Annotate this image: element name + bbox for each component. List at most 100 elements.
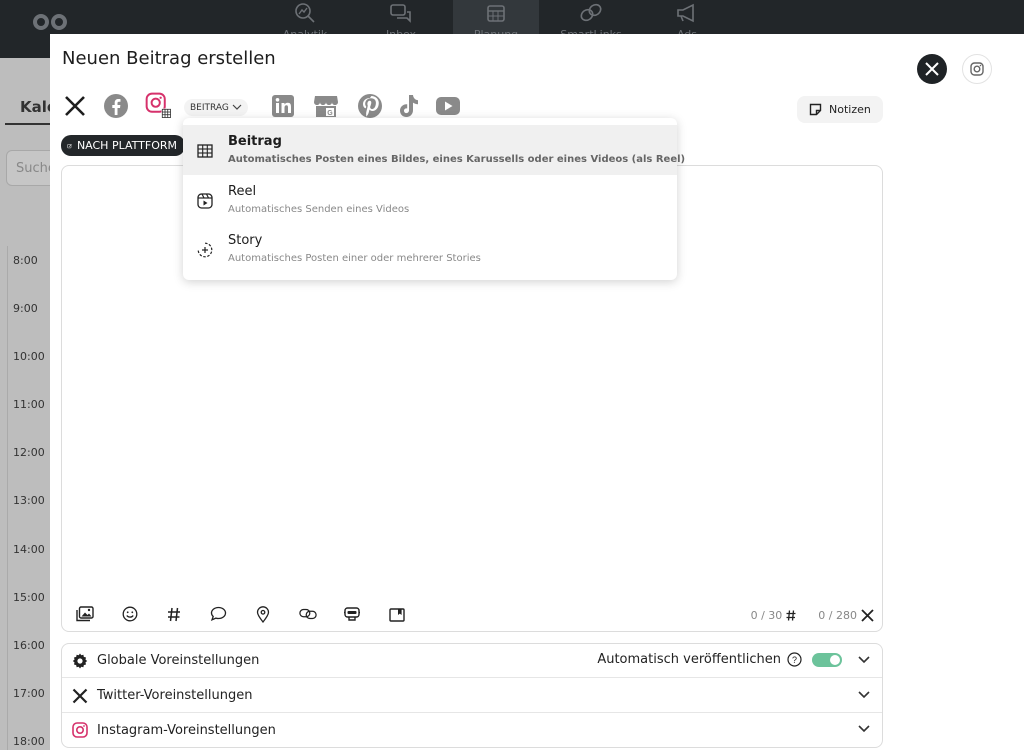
hour-label: 9:00 xyxy=(13,302,38,315)
format-option-title: Reel xyxy=(228,184,257,199)
grid-icon xyxy=(197,143,213,159)
modal-title: Neuen Beitrag erstellen xyxy=(62,48,276,69)
emoji-icon xyxy=(122,606,137,622)
link-icon xyxy=(298,608,317,620)
x-logo-icon xyxy=(925,62,939,76)
x-logo-icon xyxy=(65,96,85,116)
account-x-avatar[interactable] xyxy=(917,54,947,84)
comment-button[interactable] xyxy=(210,605,228,623)
per-platform-edit-button[interactable]: NACH PLATTFORM xyxy=(61,135,185,156)
instagram-icon xyxy=(970,62,984,76)
platform-x[interactable] xyxy=(61,92,89,120)
post-format-label: BEITRAG xyxy=(190,102,229,113)
platform-pinterest[interactable] xyxy=(356,92,384,120)
emoji-button[interactable] xyxy=(121,605,139,623)
twitter-settings-label: Twitter-Voreinstellungen xyxy=(97,688,253,703)
auto-publish-label: Automatisch veröffentlichen xyxy=(597,652,781,667)
robot-icon xyxy=(344,606,360,621)
character-counter: 0 / 280 xyxy=(818,609,857,622)
x-logo-icon xyxy=(71,687,89,705)
account-instagram-avatar[interactable] xyxy=(962,54,992,84)
hour-label: 16:00 xyxy=(13,639,45,652)
megaphone-icon xyxy=(677,3,694,23)
background-calendar: Kale Suche 8:00 9:00 10:00 11:00 12:00 1… xyxy=(0,58,57,750)
notes-label: Notizen xyxy=(829,103,871,116)
comment-icon xyxy=(210,606,227,622)
gear-icon xyxy=(71,652,89,670)
chevron-down-icon[interactable] xyxy=(858,722,870,736)
platform-youtube[interactable] xyxy=(434,92,462,120)
post-format-menu: Beitrag Automatisches Posten eines Bilde… xyxy=(183,118,685,280)
format-option-description: Automatisches Senden eines Videos xyxy=(228,204,410,215)
format-option-reel[interactable]: Reel Automatisches Senden eines Videos xyxy=(183,175,677,225)
ai-assistant-button[interactable] xyxy=(343,605,361,623)
platform-instagram[interactable] xyxy=(145,92,173,120)
auto-publish-control: Automatisch veröffentlichen ? xyxy=(597,652,842,667)
google-business-icon: G xyxy=(314,96,338,117)
global-settings-label: Globale Voreinstellungen xyxy=(97,653,260,668)
post-format-dropdown[interactable]: BEITRAG xyxy=(184,99,248,116)
accounts-pane xyxy=(894,34,1024,750)
hour-label: 8:00 xyxy=(13,254,38,267)
analytics-icon xyxy=(295,3,315,23)
format-option-title: Beitrag xyxy=(228,134,282,149)
format-option-description: Automatisches Posten eines Bildes, eines… xyxy=(228,154,686,165)
twitter-settings-row[interactable]: Twitter-Voreinstellungen xyxy=(62,679,882,713)
edit-icon xyxy=(67,143,72,148)
platform-google-business[interactable]: G xyxy=(312,92,340,120)
tiktok-icon xyxy=(400,95,418,117)
character-counters: 0 / 30 0 / 280 xyxy=(751,609,874,622)
app-logo-icon xyxy=(33,14,67,30)
chevron-down-icon[interactable] xyxy=(858,653,870,667)
per-platform-label: NACH PLATTFORM xyxy=(76,139,177,152)
story-add-icon xyxy=(197,242,213,258)
background-search: Suche xyxy=(6,150,56,186)
format-option-description: Automatisches Posten einer oder mehrerer… xyxy=(228,253,481,264)
hashtag-icon xyxy=(786,610,796,621)
hour-label: 12:00 xyxy=(13,446,45,459)
instagram-settings-row[interactable]: Instagram-Voreinstellungen xyxy=(62,713,882,747)
folder-button[interactable] xyxy=(388,605,406,623)
reel-icon xyxy=(197,193,213,209)
pinterest-icon xyxy=(358,94,382,118)
hour-label: 14:00 xyxy=(13,543,45,556)
format-option-post[interactable]: Beitrag Automatisches Posten eines Bilde… xyxy=(183,125,685,175)
youtube-icon xyxy=(436,97,460,115)
hashtag-button[interactable] xyxy=(165,605,183,623)
settings-panel: Globale Voreinstellungen Automatisch ver… xyxy=(61,643,883,748)
folder-icon xyxy=(388,607,405,622)
chevron-down-icon xyxy=(232,104,242,110)
hour-label: 10:00 xyxy=(13,350,45,363)
location-button[interactable] xyxy=(254,605,272,623)
hour-label: 15:00 xyxy=(13,591,45,604)
hashtag-icon xyxy=(168,607,180,621)
chevron-down-icon[interactable] xyxy=(858,688,870,702)
tab-underline xyxy=(5,123,50,125)
platform-linkedin[interactable] xyxy=(269,92,297,120)
format-option-title: Story xyxy=(228,233,263,248)
svg-text:?: ? xyxy=(792,655,797,665)
platform-facebook[interactable] xyxy=(102,92,130,120)
help-icon[interactable]: ? xyxy=(787,652,802,667)
format-option-story[interactable]: Story Automatisches Posten einer oder me… xyxy=(183,224,677,274)
linkedin-icon xyxy=(272,95,294,117)
instagram-settings-label: Instagram-Voreinstellungen xyxy=(97,722,276,738)
hour-label: 11:00 xyxy=(13,398,45,411)
hour-label: 18:00 xyxy=(13,735,45,748)
media-button[interactable] xyxy=(76,605,94,623)
inbox-icon xyxy=(390,4,411,23)
hour-label: 13:00 xyxy=(13,494,45,507)
svg-text:G: G xyxy=(327,110,333,117)
notes-button[interactable]: Notizen xyxy=(797,96,883,123)
platform-tiktok[interactable] xyxy=(395,92,423,120)
facebook-icon xyxy=(104,94,128,118)
global-settings-row[interactable]: Globale Voreinstellungen Automatisch ver… xyxy=(62,644,882,678)
calendar-icon xyxy=(487,5,505,22)
hashtag-counter: 0 / 30 xyxy=(750,609,783,622)
auto-publish-toggle[interactable] xyxy=(812,652,842,667)
link-button[interactable] xyxy=(298,605,317,623)
instagram-icon xyxy=(71,721,89,739)
link-icon xyxy=(580,3,602,22)
location-pin-icon xyxy=(256,605,270,623)
x-logo-icon xyxy=(861,609,874,622)
